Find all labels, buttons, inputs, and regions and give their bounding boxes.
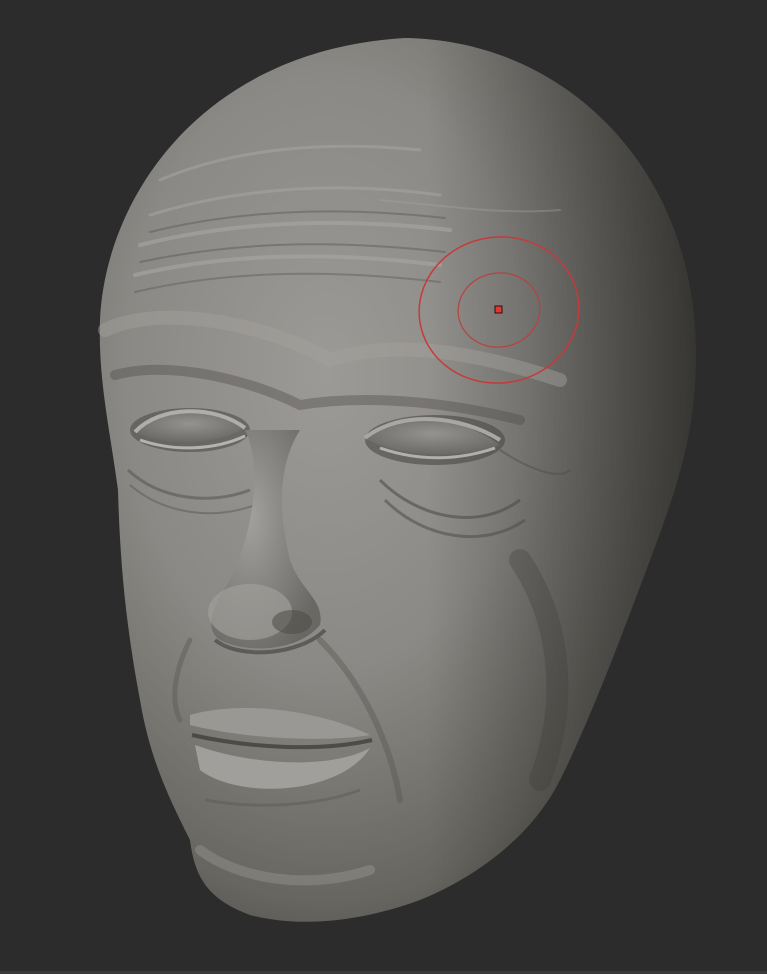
brush-center-marker (494, 305, 503, 314)
viewport-canvas[interactable] (0, 0, 767, 974)
sculpt-viewport[interactable] (0, 0, 767, 974)
sculpted-head-model[interactable] (98, 38, 696, 922)
